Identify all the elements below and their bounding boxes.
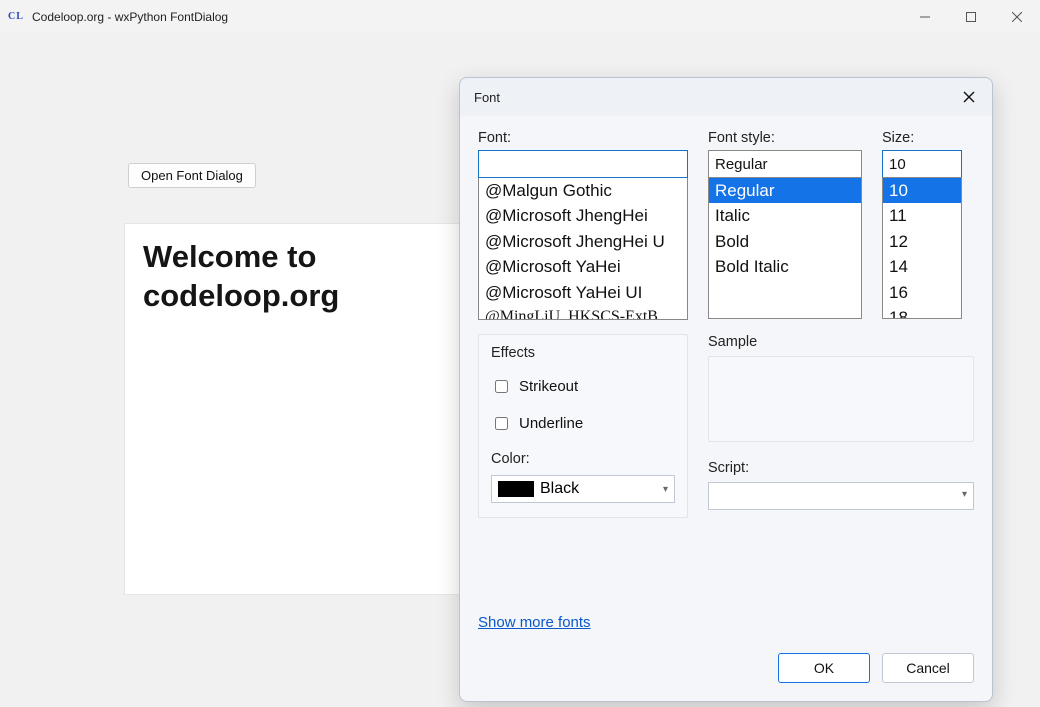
effects-group: Effects Strikeout Underline Color: Black… [478,334,688,518]
underline-checkbox-row[interactable]: Underline [491,414,675,433]
text-panel: Welcome to codeloop.org [124,223,460,595]
panel-heading: Welcome to codeloop.org [125,224,459,316]
sample-preview [708,356,974,442]
close-icon [963,91,975,103]
style-column: Font style: RegularItalicBoldBold Italic [708,130,862,320]
heading-line-2: codeloop.org [143,278,339,313]
minimize-icon [920,12,930,22]
maximize-icon [966,12,976,22]
chevron-down-icon: ▾ [962,489,967,500]
font-list-item[interactable]: @Microsoft JhengHei U [479,229,687,254]
style-list-item[interactable]: Bold Italic [709,254,861,279]
style-listbox[interactable]: RegularItalicBoldBold Italic [708,177,862,319]
font-list-item[interactable]: @Microsoft YaHei UI [479,280,687,305]
effects-label: Effects [491,345,675,361]
font-list-item[interactable]: @Microsoft YaHei [479,254,687,279]
window-title: Codeloop.org - wxPython FontDialog [32,10,228,24]
font-column: Font: @Malgun Gothic@Microsoft JhengHei@… [478,130,688,320]
font-label: Font: [478,130,688,146]
size-list-item[interactable]: 11 [883,203,961,228]
underline-label: Underline [519,415,583,432]
strikeout-checkbox-row[interactable]: Strikeout [491,377,675,396]
size-list-item[interactable]: 10 [883,178,961,203]
style-input[interactable] [708,150,862,178]
size-list-item[interactable]: 14 [883,254,961,279]
strikeout-label: Strikeout [519,378,578,395]
dialog-body: Font: @Malgun Gothic@Microsoft JhengHei@… [460,116,992,701]
minimize-button[interactable] [902,0,948,33]
dialog-button-row: OK Cancel [778,653,974,683]
color-swatch [498,481,534,497]
dialog-close-button[interactable] [960,88,978,106]
size-list-item[interactable]: 16 [883,280,961,305]
size-column: Size: 10111214161820 [882,130,962,320]
sample-group: Sample Script: ▾ [708,334,974,518]
show-more-fonts-link[interactable]: Show more fonts [478,614,591,631]
chevron-down-icon: ▾ [663,484,668,495]
font-listbox[interactable]: @Malgun Gothic@Microsoft JhengHei@Micros… [478,178,688,320]
color-label: Color: [491,451,675,467]
font-list-item[interactable]: @MingLiU_HKSCS-ExtB [479,305,687,320]
cancel-button[interactable]: Cancel [882,653,974,683]
style-list-item[interactable]: Italic [709,203,861,228]
main-window-titlebar: CL Codeloop.org - wxPython FontDialog [0,0,1040,33]
window-controls [902,0,1040,33]
size-label: Size: [882,130,962,146]
app-icon: CL [8,9,24,25]
font-input[interactable] [478,150,688,178]
size-input[interactable] [882,150,962,178]
strikeout-checkbox[interactable] [495,380,508,393]
color-name: Black [540,480,579,498]
sample-label: Sample [708,334,974,350]
ok-button[interactable]: OK [778,653,870,683]
script-select[interactable]: ▾ [708,482,974,510]
open-font-dialog-button[interactable]: Open Font Dialog [128,163,256,188]
style-label: Font style: [708,130,862,146]
script-label: Script: [708,460,974,476]
close-button[interactable] [994,0,1040,33]
dialog-title: Font [474,90,500,105]
dialog-titlebar: Font [460,78,992,116]
client-area: Open Font Dialog Welcome to codeloop.org… [0,33,1040,707]
font-dialog: Font Font: @Malgun Gothic@Microsoft Jhen… [459,77,993,702]
font-list-item[interactable]: @Microsoft JhengHei [479,203,687,228]
size-listbox[interactable]: 10111214161820 [882,177,962,319]
color-select[interactable]: Black ▾ [491,475,675,503]
size-list-item[interactable]: 18 [883,305,961,319]
style-list-item[interactable]: Regular [709,178,861,203]
size-list-item[interactable]: 12 [883,229,961,254]
font-list-item[interactable]: @Malgun Gothic [479,178,687,203]
heading-line-1: Welcome to [143,239,316,274]
close-icon [1012,12,1022,22]
underline-checkbox[interactable] [495,417,508,430]
style-list-item[interactable]: Bold [709,229,861,254]
maximize-button[interactable] [948,0,994,33]
